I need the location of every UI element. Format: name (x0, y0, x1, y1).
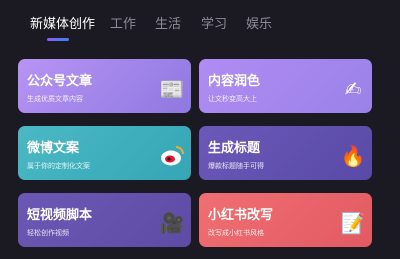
card-weibo-copy[interactable]: 微博文案 属于你的定制化文案 (18, 126, 191, 180)
card-title: 短视频脚本 (27, 208, 93, 223)
newspaper-icon: 📰 (159, 77, 185, 101)
tab-study[interactable]: 学习 (201, 13, 227, 32)
card-title: 内容润色 (208, 74, 261, 89)
tab-entertainment[interactable]: 娱乐 (246, 13, 272, 32)
film-camera-icon: 🎥 (159, 211, 185, 235)
writing-hand-icon: ✍ (344, 77, 362, 101)
card-subtitle: 轻松创作视频 (27, 229, 69, 237)
category-tabs: 新媒体创作 工作 生活 学习 娱乐 (0, 0, 400, 46)
tab-work[interactable]: 工作 (110, 13, 136, 32)
card-subtitle: 属于你的定制化文案 (27, 162, 90, 170)
tab-life[interactable]: 生活 (155, 13, 181, 32)
card-title: 公众号文章 (27, 74, 93, 89)
card-wechat-article[interactable]: 公众号文章 生成优质文章内容 📰 (18, 59, 191, 113)
card-xiaohongshu-rewrite[interactable]: 小红书改写 改写成小红书风格 📝 (199, 193, 372, 247)
card-title: 生成标题 (208, 141, 261, 156)
fire-icon: 🔥 (340, 144, 366, 168)
card-short-video-script[interactable]: 短视频脚本 轻松创作视频 🎥 (18, 193, 191, 247)
card-content-polish[interactable]: 内容润色 让文秒变高大上 ✍ (199, 59, 372, 113)
card-subtitle: 爆款标题随手可得 (208, 162, 264, 170)
tab-new-media[interactable]: 新媒体创作 (30, 13, 95, 32)
card-subtitle: 让文秒变高大上 (208, 95, 257, 103)
card-generate-title[interactable]: 生成标题 爆款标题随手可得 🔥 (199, 126, 372, 180)
card-subtitle: 改写成小红书风格 (208, 229, 264, 237)
card-title: 小红书改写 (208, 208, 274, 223)
active-tab-indicator (47, 38, 69, 41)
card-title: 微博文案 (27, 141, 80, 156)
memo-icon: 📝 (340, 211, 366, 235)
card-subtitle: 生成优质文章内容 (27, 95, 83, 103)
weibo-icon (159, 143, 185, 169)
